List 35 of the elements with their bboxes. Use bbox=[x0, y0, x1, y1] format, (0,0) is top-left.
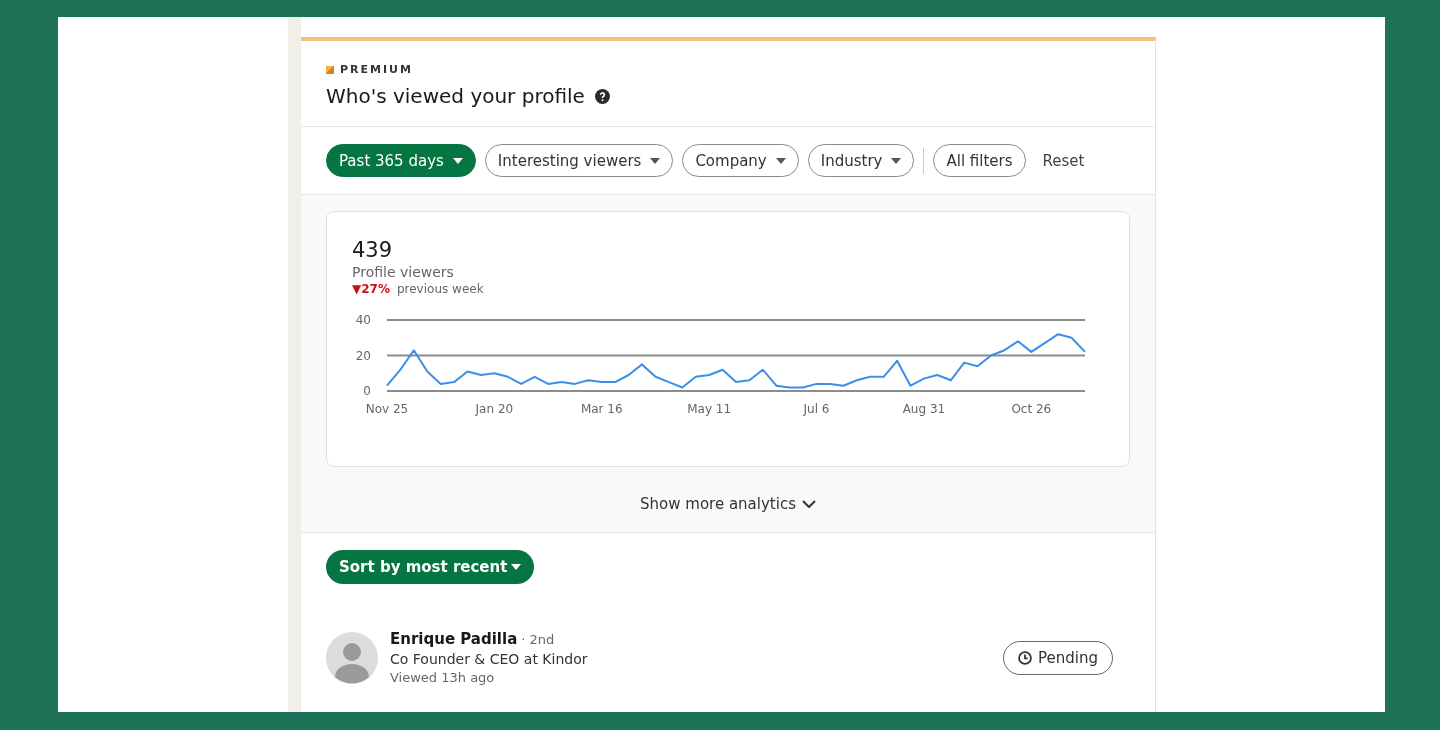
premium-icon bbox=[326, 65, 334, 74]
x-axis-label: Aug 31 bbox=[902, 402, 946, 416]
page-title: Who's viewed your profile bbox=[326, 84, 585, 108]
avatar-icon bbox=[326, 631, 378, 684]
viewed-time: Viewed 13h ago bbox=[390, 670, 496, 685]
x-axis-label: Mar 16 bbox=[580, 402, 623, 416]
pending-button[interactable]: Pending bbox=[1003, 640, 1113, 675]
premium-label: PREMIUM bbox=[340, 63, 413, 76]
sort-button[interactable]: Sort by most recent bbox=[326, 550, 535, 584]
x-axis-label: Jul 6 bbox=[803, 402, 830, 416]
filter-button[interactable]: Industry bbox=[807, 144, 915, 177]
filter-button[interactable]: Past 365 days bbox=[326, 144, 476, 177]
viewer-headline: Co Founder & CEO at Kindor bbox=[390, 651, 589, 667]
clock-icon bbox=[1018, 650, 1033, 665]
change-percent: ▼27% bbox=[352, 282, 390, 296]
connection-degree: · 2nd bbox=[521, 632, 555, 647]
chevron-icon bbox=[801, 500, 816, 508]
caret-icon bbox=[511, 564, 522, 570]
x-axis-label: Jan 20 bbox=[475, 402, 514, 416]
viewer-count: 439 bbox=[352, 238, 394, 262]
y-axis-label: 0 bbox=[363, 384, 371, 398]
count-label: Profile viewers bbox=[352, 264, 455, 280]
x-axis-label: Oct 26 bbox=[1011, 402, 1052, 416]
help-icon[interactable] bbox=[594, 88, 610, 104]
viewer-name[interactable]: Enrique Padilla bbox=[390, 630, 518, 648]
change-note: previous week bbox=[396, 282, 484, 296]
filter-button[interactable]: All filters bbox=[933, 144, 1026, 177]
filter-button[interactable]: Interesting viewers bbox=[484, 144, 674, 177]
x-axis-label: Nov 25 bbox=[365, 402, 409, 416]
y-axis-label: 40 bbox=[355, 313, 371, 327]
show-more-button[interactable]: Show more analytics bbox=[634, 494, 822, 514]
reset-button[interactable]: Reset bbox=[1034, 151, 1093, 170]
y-axis-label: 20 bbox=[355, 348, 371, 363]
filter-button[interactable]: Company bbox=[682, 144, 799, 177]
x-axis-label: May 11 bbox=[687, 402, 732, 416]
